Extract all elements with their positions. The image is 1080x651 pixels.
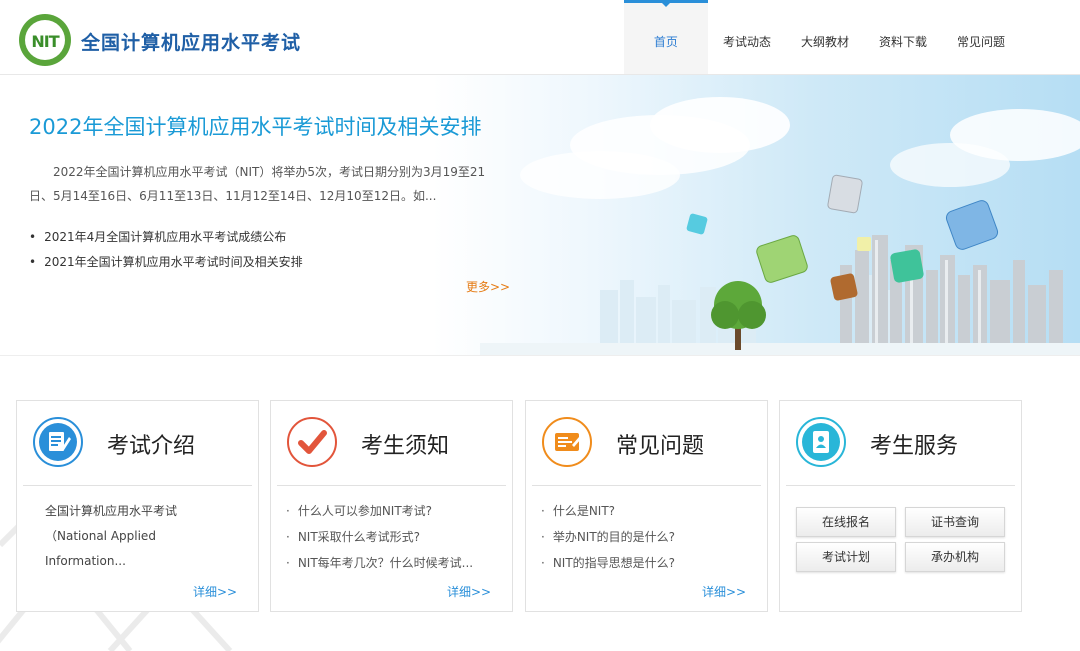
nav-home[interactable]: 首页 <box>623 0 708 74</box>
nav-faq[interactable]: 常见问题 <box>942 0 1020 74</box>
news-item[interactable]: 2021年4月全国计算机应用水平考试成绩公布 <box>29 225 303 250</box>
nit-logo[interactable]: NIT <box>19 14 71 66</box>
nav-downloads[interactable]: 资料下载 <box>864 0 942 74</box>
checkmark-icon <box>287 417 337 467</box>
nav-exam-news[interactable]: 考试动态 <box>708 0 786 74</box>
card-title: 考生须知 <box>361 434 450 459</box>
more-link[interactable]: 更多>> <box>466 278 510 295</box>
list-item[interactable]: 什么是NIT? <box>541 498 756 524</box>
banner-description: 2022年全国计算机应用水平考试（NIT）将举办5次，考试日期分别为3月19至2… <box>29 165 486 203</box>
card-title: 考生服务 <box>870 434 959 459</box>
card-title: 常见问题 <box>616 434 705 459</box>
list-item[interactable]: NIT采取什么考试形式? <box>286 524 501 550</box>
list-item[interactable]: NIT每年考几次？什么时候考试... <box>286 550 501 576</box>
card-exam-intro: 考试介绍 全国计算机应用水平考试（National Applied Inform… <box>16 400 259 612</box>
nav-syllabus[interactable]: 大纲教材 <box>786 0 864 74</box>
divider <box>786 485 1015 486</box>
detail-link[interactable]: 详细>> <box>702 583 746 600</box>
card-candidate-notice: 考生须知 什么人可以参加NIT考试? NIT采取什么考试形式? NIT每年考几次… <box>270 400 513 612</box>
detail-link[interactable]: 详细>> <box>193 583 237 600</box>
card-intro-text: 全国计算机应用水平考试（National Applied Information… <box>45 504 178 568</box>
document-edit-icon <box>33 417 83 467</box>
city-scene-illustration <box>480 97 1080 355</box>
list-item[interactable]: 什么人可以参加NIT考试? <box>286 498 501 524</box>
notice-list: 什么人可以参加NIT考试? NIT采取什么考试形式? NIT每年考几次？什么时候… <box>286 498 501 576</box>
detail-link[interactable]: 详细>> <box>447 583 491 600</box>
certificate-query-button[interactable]: 证书查询 <box>905 507 1005 537</box>
hero-banner: 2022年全国计算机应用水平考试时间及相关安排 2022年全国计算机应用水平考试… <box>0 75 1080 356</box>
faq-list: 什么是NIT? 举办NIT的目的是什么? NIT的指导思想是什么? <box>541 498 756 576</box>
divider <box>23 485 252 486</box>
card-title: 考试介绍 <box>107 434 196 459</box>
faq-icon <box>542 417 592 467</box>
list-item[interactable]: 举办NIT的目的是什么? <box>541 524 756 550</box>
logo-text: NIT <box>31 32 59 51</box>
logo-inner: NIT <box>25 20 65 60</box>
card-candidate-services: 考生服务 在线报名 证书查询 考试计划 承办机构 <box>779 400 1022 612</box>
list-item[interactable]: NIT的指导思想是什么? <box>541 550 756 576</box>
news-item[interactable]: 2021年全国计算机应用水平考试时间及相关安排 <box>29 250 303 275</box>
banner-title[interactable]: 2022年全国计算机应用水平考试时间及相关安排 <box>29 111 481 141</box>
online-registration-button[interactable]: 在线报名 <box>796 507 896 537</box>
contact-card-icon <box>796 417 846 467</box>
card-faq: 常见问题 什么是NIT? 举办NIT的目的是什么? NIT的指导思想是什么? 详… <box>525 400 768 612</box>
main-nav: 首页 考试动态 大纲教材 资料下载 常见问题 <box>623 0 1020 74</box>
banner-news-list: 2021年4月全国计算机应用水平考试成绩公布 2021年全国计算机应用水平考试时… <box>29 225 303 275</box>
exam-plan-button[interactable]: 考试计划 <box>796 542 896 572</box>
site-title[interactable]: 全国计算机应用水平考试 <box>81 28 301 55</box>
site-header: NIT 全国计算机应用水平考试 首页 考试动态 大纲教材 资料下载 常见问题 <box>0 0 1080 75</box>
divider <box>277 485 506 486</box>
host-institutions-button[interactable]: 承办机构 <box>905 542 1005 572</box>
divider <box>532 485 761 486</box>
